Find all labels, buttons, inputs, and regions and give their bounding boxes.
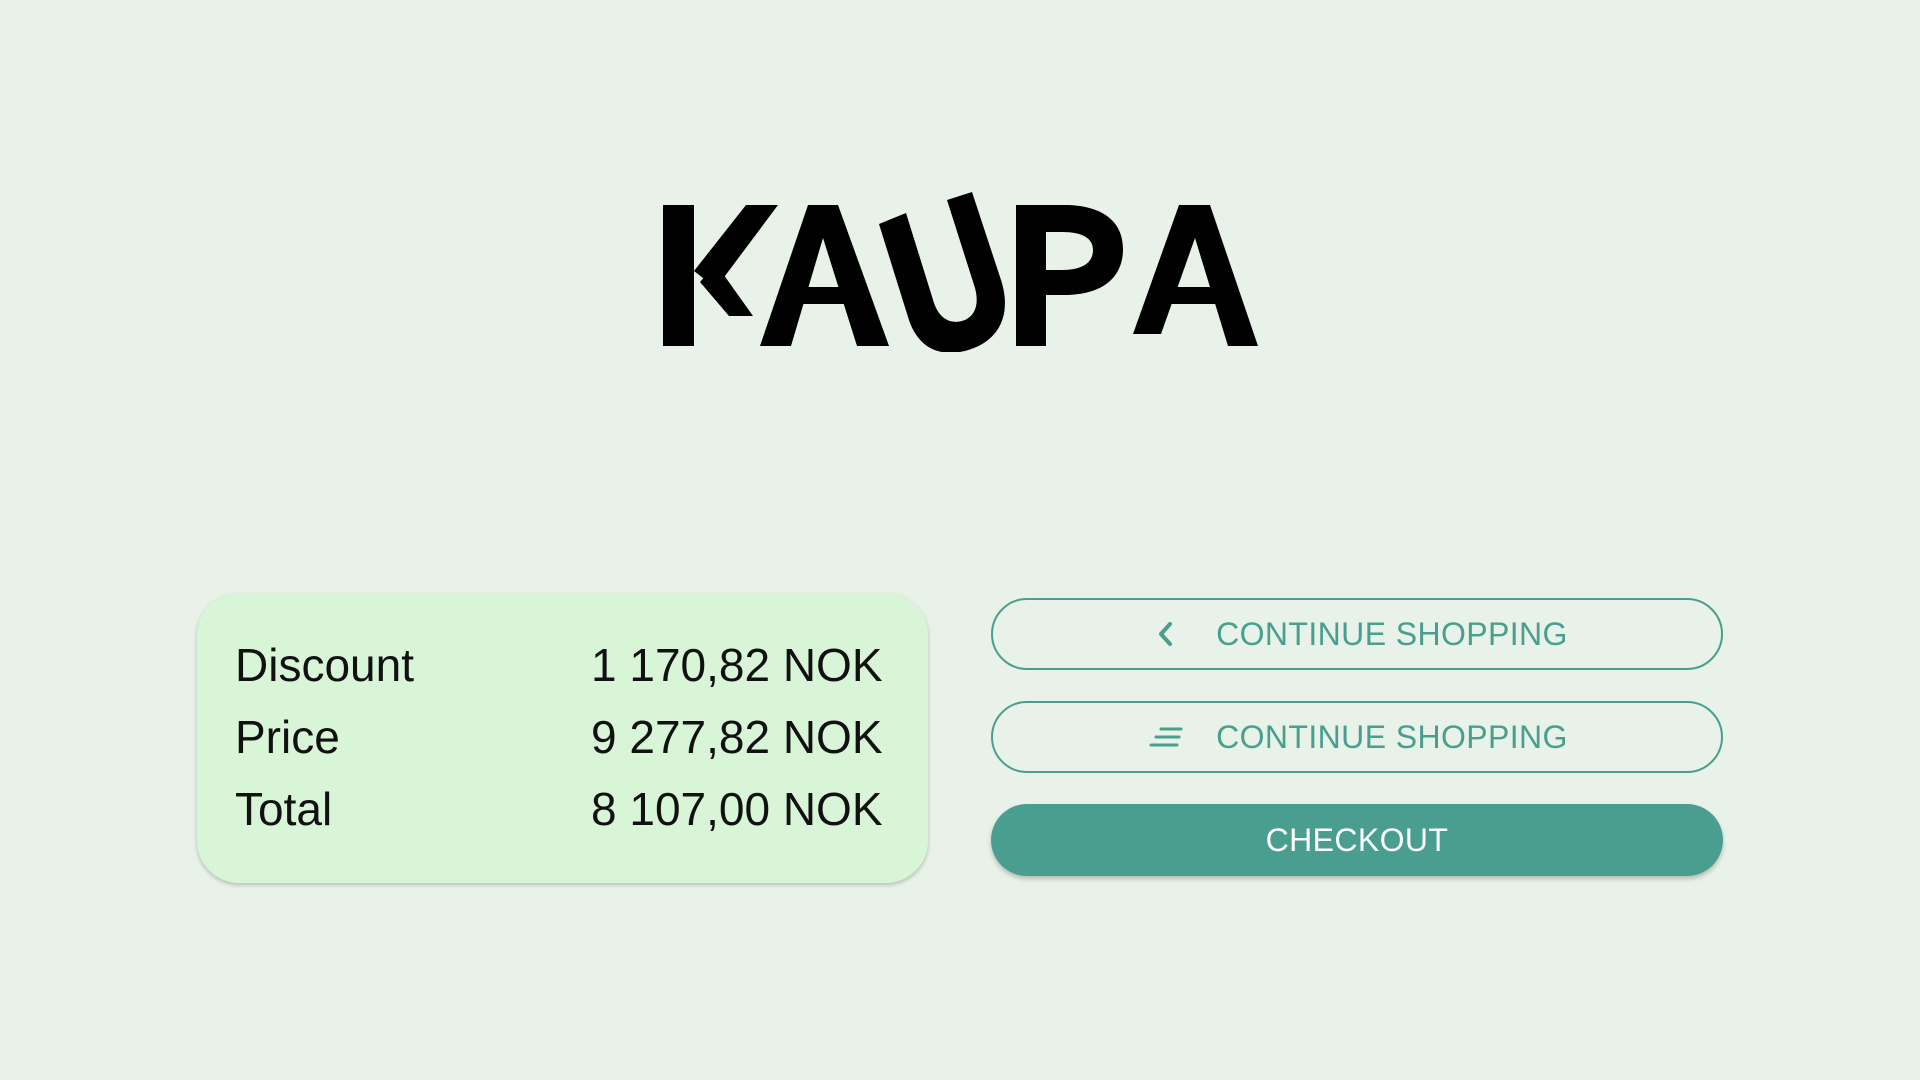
checkout-button[interactable]: CHECKOUT (991, 804, 1723, 876)
lines-icon (1146, 717, 1186, 757)
summary-row-discount: Discount 1 170,82 NOK (235, 635, 898, 695)
price-value: 9 277,82 NOK (591, 711, 883, 763)
total-value: 8 107,00 NOK (591, 783, 883, 835)
price-label: Price (235, 711, 340, 763)
kaupa-logo (660, 192, 1260, 352)
summary-row-total: Total 8 107,00 NOK (235, 779, 898, 839)
continue-shopping-menu-button[interactable]: CONTINUE SHOPPING (991, 701, 1723, 773)
kaupa-logo-wordmark (663, 192, 1258, 352)
discount-value: 1 170,82 NOK (591, 639, 883, 691)
checkout-label: CHECKOUT (1265, 821, 1449, 858)
continue-shopping-back-button[interactable]: CONTINUE SHOPPING (991, 598, 1723, 670)
continue-shopping-back-label: CONTINUE SHOPPING (1216, 615, 1568, 652)
chevron-left-icon (1146, 614, 1186, 654)
total-label: Total (235, 783, 333, 835)
summary-row-price: Price 9 277,82 NOK (235, 707, 898, 767)
discount-label: Discount (235, 639, 414, 691)
order-summary-card: Discount 1 170,82 NOK Price 9 277,82 NOK… (197, 593, 928, 883)
continue-shopping-menu-label: CONTINUE SHOPPING (1216, 718, 1568, 755)
